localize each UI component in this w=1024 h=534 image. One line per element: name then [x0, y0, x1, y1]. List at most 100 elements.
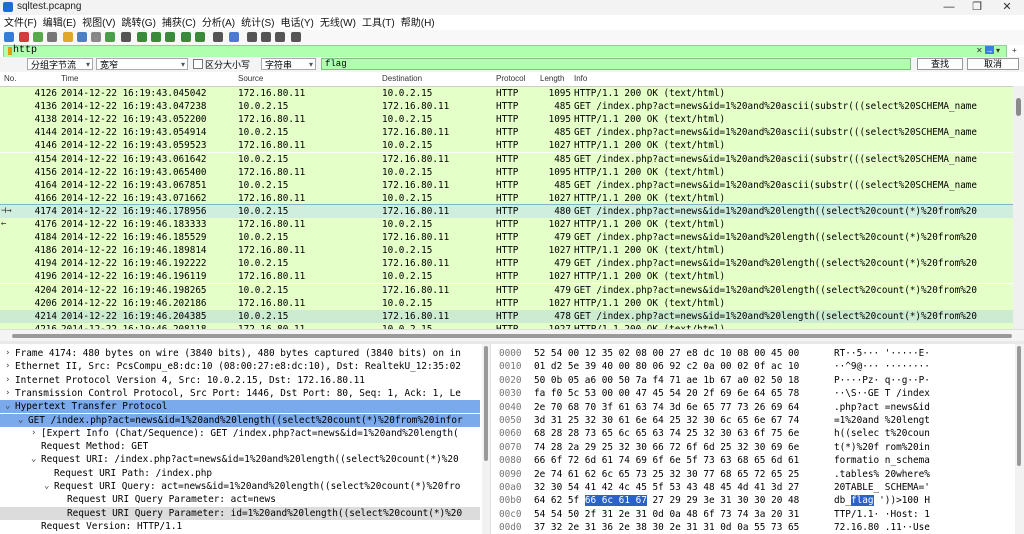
shark-fin-start-icon[interactable] [4, 32, 14, 42]
stop-capture-icon[interactable] [19, 32, 29, 42]
expand-chevron-icon[interactable]: › [5, 347, 10, 360]
hex-row[interactable]: 00d0 37 32 2e 31 36 2e 38 30 2e 31 31 0d … [491, 521, 1024, 534]
scroll-thumb[interactable] [1017, 346, 1021, 466]
scroll-thumb[interactable] [1016, 98, 1021, 116]
resize-columns-icon[interactable] [291, 32, 301, 42]
go-forward-icon[interactable] [151, 32, 161, 42]
maximize-button[interactable]: ❐ [962, 0, 992, 15]
minimize-button[interactable]: — [934, 0, 964, 15]
hex-row[interactable]: 0060 68 28 28 73 65 6c 65 63 74 25 32 30 … [491, 427, 1024, 440]
case-sensitive-checkbox[interactable]: 区分大小写 [193, 59, 250, 71]
detail-tree-item[interactable]: › Ethernet II, Src: PcsCompu_e8:dc:10 (08… [0, 360, 480, 373]
menu-statistics[interactable]: 统计(S) [241, 16, 274, 31]
hex-row[interactable]: 00b0 64 62 5f 66 6c 61 67 27 29 29 3e 31 … [491, 494, 1024, 507]
hex-row[interactable]: 00c0 54 54 50 2f 31 2e 31 0d 0a 48 6f 73 … [491, 508, 1024, 521]
go-to-packet-icon[interactable] [165, 32, 175, 42]
packet-row[interactable]: 4126 2014-12-22 16:19:43.045042 172.16.80.… [0, 87, 1013, 100]
expand-chevron-icon[interactable]: › [5, 374, 10, 387]
column-header-protocol[interactable]: Protocol [496, 74, 525, 83]
hex-row[interactable]: 0000 52 54 00 12 35 02 08 00 27 e8 dc 10 … [491, 347, 1024, 360]
hex-row[interactable]: 0030 fa f0 5c 53 00 00 47 45 54 20 2f 69 … [491, 387, 1024, 400]
packet-row[interactable]: 4146 2014-12-22 16:19:43.059523 172.16.80.… [0, 139, 1013, 153]
bookmark-icon[interactable] [8, 47, 12, 55]
packet-row[interactable]: 4204 2014-12-22 16:19:46.198265 10.0.2.15 1… [0, 283, 1013, 297]
packet-row[interactable]: 4174 2014-12-22 16:19:46.178956 10.0.2.15 1… [0, 203, 1014, 219]
menu-edit[interactable]: 编辑(E) [43, 16, 76, 31]
hex-row[interactable]: 0090 2e 74 61 62 6c 65 73 25 32 30 77 68 … [491, 468, 1024, 481]
packet-row[interactable]: 4196 2014-12-22 16:19:46.196119 172.16.80.… [0, 270, 1013, 284]
collapse-chevron-icon[interactable]: ⌄ [5, 400, 10, 413]
hex-row[interactable]: 0070 74 28 2a 29 25 32 30 66 72 6f 6d 25 … [491, 441, 1024, 454]
hex-row[interactable]: 0080 66 6f 72 6d 61 74 69 6f 6e 5f 73 63 … [491, 454, 1024, 467]
detail-tree-item[interactable]: › Transmission Control Protocol, Src Port… [0, 387, 480, 400]
search-encoding-select[interactable]: 宽窄 [96, 58, 188, 71]
menu-wireless[interactable]: 无线(W) [320, 16, 356, 31]
clear-filter-icon[interactable]: ✕ [976, 46, 983, 55]
restart-capture-icon[interactable] [33, 32, 43, 42]
packet-row[interactable]: 4164 2014-12-22 16:19:43.067851 10.0.2.15 1… [0, 178, 1013, 192]
detail-tree-item[interactable]: Request Version: HTTP/1.1 [0, 520, 480, 533]
colorize-icon[interactable] [229, 32, 239, 42]
detail-tree-item[interactable]: ⌄ Request URI Query: act=news&id=1%20and%… [0, 480, 480, 493]
apply-filter-icon[interactable]: → [985, 46, 994, 55]
packet-row[interactable]: 4186 2014-12-22 16:19:46.189814 172.16.80.… [0, 244, 1013, 258]
menu-go[interactable]: 跳转(G) [121, 16, 155, 31]
expand-chevron-icon[interactable]: › [5, 387, 10, 400]
close-file-icon[interactable] [91, 32, 101, 42]
expand-chevron-icon[interactable]: › [5, 360, 10, 373]
add-filter-button-icon[interactable]: + [1012, 46, 1017, 55]
detail-tree-item[interactable]: Request URI Query Parameter: id=1%20and%… [0, 506, 480, 520]
auto-scroll-icon[interactable] [213, 32, 223, 42]
collapse-chevron-icon[interactable]: ⌄ [31, 453, 36, 466]
open-file-icon[interactable] [63, 32, 73, 42]
packet-row[interactable]: 4176 2014-12-22 16:19:46.183333 172.16.80.… [0, 218, 1013, 231]
close-window-button[interactable]: ✕ [992, 0, 1022, 15]
menu-help[interactable]: 帮助(H) [401, 16, 435, 31]
go-first-icon[interactable] [181, 32, 191, 42]
packet-list-vscrollbar[interactable] [1013, 86, 1024, 329]
cancel-button[interactable]: 取消 [967, 58, 1019, 70]
menu-telephony[interactable]: 电话(Y) [281, 16, 314, 31]
column-header-no[interactable]: No. [4, 74, 16, 83]
reload-icon[interactable] [105, 32, 115, 42]
bytes-vscrollbar[interactable] [1015, 344, 1024, 534]
detail-tree-item[interactable]: › Internet Protocol Version 4, Src: 10.0.… [0, 374, 480, 387]
scroll-thumb[interactable] [12, 334, 1012, 338]
menu-file[interactable]: 文件(F) [4, 16, 37, 31]
collapse-chevron-icon[interactable]: ⌄ [18, 414, 23, 427]
detail-tree-item[interactable]: › [Expert Info (Chat/Sequence): GET /inde… [0, 427, 480, 440]
column-header-length[interactable]: Length [540, 74, 564, 83]
detail-tree-item[interactable]: › Frame 4174: 480 bytes on wire (3840 bit… [0, 347, 480, 360]
packet-row[interactable]: 4144 2014-12-22 16:19:43.054914 10.0.2.15 1… [0, 126, 1013, 140]
detail-tree-item[interactable]: Request URI Query Parameter: act=news [0, 493, 480, 506]
packet-row[interactable]: 4206 2014-12-22 16:19:46.202186 172.16.80.… [0, 296, 1013, 310]
expand-chevron-icon[interactable]: › [31, 427, 36, 440]
menu-capture[interactable]: 捕获(C) [162, 16, 196, 31]
find-button[interactable]: 查找 [917, 58, 963, 70]
hex-row[interactable]: 0010 01 d2 5e 39 40 00 80 06 92 c2 0a 00 … [491, 360, 1024, 373]
hex-row[interactable]: 0040 2e 70 68 70 3f 61 63 74 3d 6e 65 77 … [491, 401, 1024, 414]
detail-tree-item[interactable]: Request URI Path: /index.php [0, 467, 480, 480]
search-scope-select[interactable]: 分组字节流 [27, 58, 93, 71]
find-packet-icon[interactable] [121, 32, 131, 42]
hex-row[interactable]: 0050 3d 31 25 32 30 61 6e 64 25 32 30 6c … [491, 414, 1024, 427]
details-vscrollbar[interactable] [482, 344, 490, 534]
collapse-chevron-icon[interactable]: ⌄ [44, 480, 49, 493]
hex-row[interactable]: 0020 50 0b 05 a6 00 50 7a f4 71 ae 1b 67 … [491, 374, 1024, 387]
go-back-icon[interactable] [137, 32, 147, 42]
packet-row[interactable]: 4154 2014-12-22 16:19:43.061642 10.0.2.15 1… [0, 152, 1013, 166]
zoom-in-icon[interactable] [247, 32, 257, 42]
detail-tree-item[interactable]: ⌄ Request URI: /index.php?act=news&id=1%2… [0, 453, 480, 466]
search-input[interactable]: flag [321, 58, 911, 70]
column-header-source[interactable]: Source [238, 74, 263, 83]
packet-row[interactable]: 4184 2014-12-22 16:19:46.185529 10.0.2.15 1… [0, 231, 1013, 245]
column-header-info[interactable]: Info [574, 74, 587, 83]
packet-row[interactable]: 4166 2014-12-22 16:19:43.071662 172.16.80.… [0, 191, 1013, 205]
detail-tree-item[interactable]: Request Method: GET [0, 440, 480, 453]
menu-analyze[interactable]: 分析(A) [202, 16, 235, 31]
capture-options-icon[interactable] [47, 32, 57, 42]
scroll-thumb[interactable] [484, 346, 488, 461]
menu-tools[interactable]: 工具(T) [362, 16, 395, 31]
save-file-icon[interactable] [77, 32, 87, 42]
filter-history-icon[interactable]: ▾ [996, 46, 1000, 55]
